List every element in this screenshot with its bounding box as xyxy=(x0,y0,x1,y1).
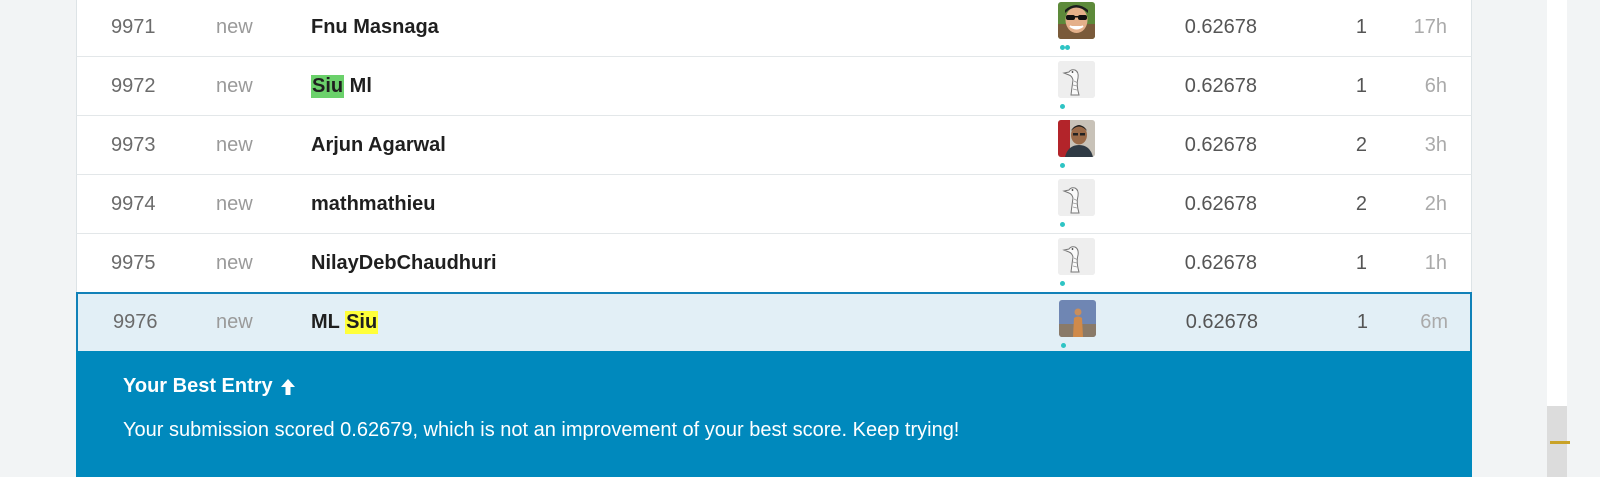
team-name-link[interactable]: Fnu Masnaga xyxy=(311,0,911,56)
team-name-text: ML xyxy=(311,311,346,333)
rank-change-cell: new xyxy=(216,133,253,156)
last-submission-cell: 3h xyxy=(1424,133,1447,156)
leaderboard-row[interactable]: 9973 new Arjun Agarwal 0.62678 2 3h xyxy=(76,116,1472,175)
team-name-link[interactable]: Arjun Agarwal xyxy=(311,116,911,174)
rank-change-cell: new xyxy=(216,192,253,215)
entries-cell: 1 xyxy=(1355,15,1367,38)
rank-cell: 9976 xyxy=(113,311,158,333)
last-submission-cell: 1h xyxy=(1424,251,1447,274)
goose-sketch-avatar[interactable] xyxy=(1058,238,1095,275)
status-dot xyxy=(1060,104,1065,109)
entries-cell: 2 xyxy=(1355,133,1367,156)
status-dot xyxy=(1060,281,1065,286)
photo-sunglasses-avatar[interactable] xyxy=(1058,2,1095,39)
team-members[interactable] xyxy=(1058,2,1098,52)
last-submission-cell: 2h xyxy=(1424,192,1447,215)
goose-sketch-avatar[interactable] xyxy=(1058,179,1095,216)
score-cell: 0.62678 xyxy=(1184,251,1257,274)
rank-change-cell: new xyxy=(216,251,253,274)
entries-cell: 1 xyxy=(1355,251,1367,274)
arrow-up-icon xyxy=(280,378,295,395)
leaderboard-row[interactable]: 9972 new Siu Ml 0.62678 1 6h xyxy=(76,57,1472,116)
search-highlight: Siu xyxy=(311,74,345,98)
rank-cell: 9972 xyxy=(111,74,156,97)
status-dot xyxy=(1060,163,1065,168)
current-user-row[interactable]: 9976 new ML Siu 0.62678 1 6m xyxy=(76,292,1472,353)
rank-cell: 9975 xyxy=(111,251,156,274)
team-name-link[interactable]: mathmathieu xyxy=(311,175,911,233)
last-submission-cell: 17h xyxy=(1413,15,1447,38)
last-submission-cell: 6h xyxy=(1424,74,1447,97)
team-members[interactable] xyxy=(1058,238,1098,288)
score-cell: 0.62678 xyxy=(1185,311,1258,333)
banner-message: Your submission scored 0.62679, which is… xyxy=(123,419,960,441)
score-cell: 0.62678 xyxy=(1184,192,1257,215)
photo-person-avatar[interactable] xyxy=(1058,120,1095,157)
best-entry-banner: Your Best Entry Your submission scored 0… xyxy=(76,351,1472,477)
team-members[interactable] xyxy=(1058,61,1098,111)
entries-cell: 1 xyxy=(1355,74,1367,97)
leaderboard-row[interactable]: 9975 new NilayDebChaudhuri 0.62678 1 1h xyxy=(76,234,1472,293)
leaderboard-row[interactable]: 9974 new mathmathieu 0.62678 2 2h xyxy=(76,175,1472,234)
rank-cell: 9971 xyxy=(111,15,156,38)
goose-sketch-avatar[interactable] xyxy=(1058,61,1095,98)
team-members[interactable] xyxy=(1058,179,1098,229)
score-cell: 0.62678 xyxy=(1184,15,1257,38)
status-dot xyxy=(1060,222,1065,227)
scrollbar-marker xyxy=(1550,441,1570,444)
team-name-link[interactable]: Siu Ml xyxy=(311,57,911,115)
search-highlight: Siu xyxy=(345,311,379,334)
leaderboard-row[interactable]: 9971 new Fnu Masnaga 0.62678 1 17h xyxy=(76,0,1472,57)
rank-cell: 9973 xyxy=(111,133,156,156)
score-cell: 0.62678 xyxy=(1184,74,1257,97)
banner-title: Your Best Entry xyxy=(123,375,297,398)
entries-cell: 1 xyxy=(1356,311,1368,333)
entries-cell: 2 xyxy=(1355,192,1367,215)
photo-figure-avatar[interactable] xyxy=(1059,300,1096,337)
leaderboard-panel: 9971 new Fnu Masnaga 0.62678 1 17h 9972 … xyxy=(76,0,1472,477)
team-name-text: Ml xyxy=(344,74,372,97)
team-name-link[interactable]: ML Siu xyxy=(311,294,911,351)
rank-change-cell: new xyxy=(216,311,253,333)
team-members[interactable] xyxy=(1059,300,1099,350)
rank-cell: 9974 xyxy=(111,192,156,215)
last-submission-cell: 6m xyxy=(1420,311,1448,333)
team-name-link[interactable]: NilayDebChaudhuri xyxy=(311,234,911,292)
rank-change-cell: new xyxy=(216,74,253,97)
status-dot xyxy=(1061,343,1066,348)
banner-title-text: Your Best Entry xyxy=(123,375,273,397)
rank-change-cell: new xyxy=(216,15,253,38)
team-members[interactable] xyxy=(1058,120,1098,170)
score-cell: 0.62678 xyxy=(1184,133,1257,156)
status-dot xyxy=(1065,45,1070,50)
